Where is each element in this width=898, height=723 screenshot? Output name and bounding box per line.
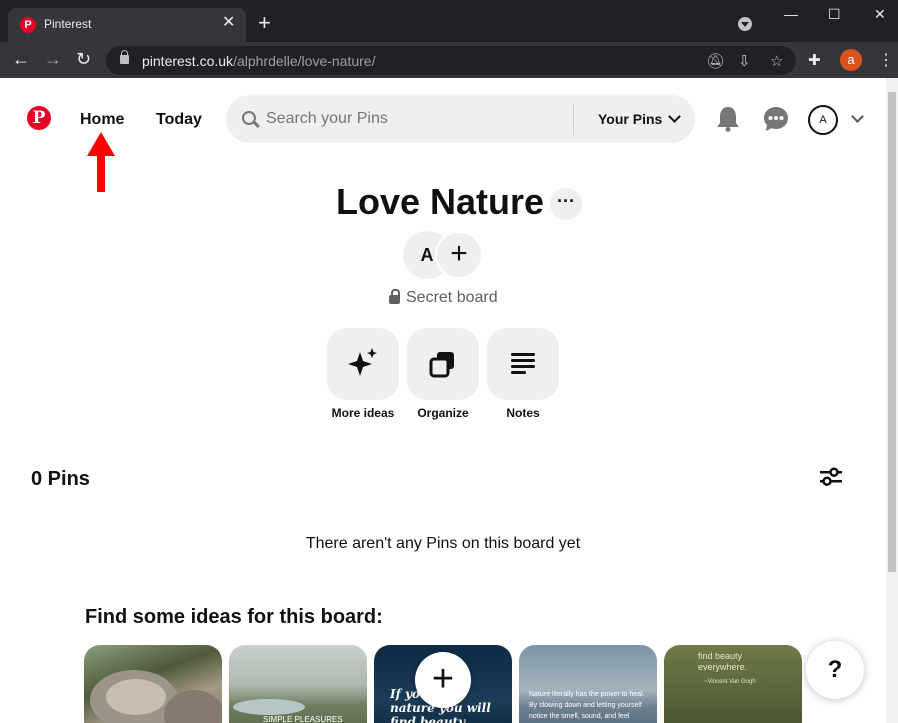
tab-title: Pinterest bbox=[44, 17, 92, 31]
organize-button[interactable] bbox=[407, 328, 479, 400]
browser-tab[interactable]: P Pinterest ✕ bbox=[8, 8, 246, 42]
notes-label: Notes bbox=[506, 406, 540, 420]
idea-caption: SIMPLE PLEASURES bbox=[263, 715, 343, 723]
account-chevron-icon[interactable] bbox=[851, 110, 864, 123]
minimize-button[interactable]: — bbox=[784, 6, 798, 22]
page-scrollbar[interactable] bbox=[886, 78, 898, 723]
add-idea-button[interactable]: + bbox=[415, 652, 471, 708]
scrollbar-thumb[interactable] bbox=[888, 92, 896, 572]
browser-menu-icon[interactable]: ⋮ bbox=[878, 50, 894, 70]
messages-icon[interactable] bbox=[763, 106, 789, 132]
profile-avatar[interactable]: a bbox=[840, 49, 862, 71]
tree-stump-image bbox=[90, 670, 222, 723]
pinterest-favicon-icon: P bbox=[20, 17, 36, 33]
new-tab-button[interactable]: + bbox=[258, 12, 271, 34]
forward-icon[interactable]: → bbox=[44, 50, 62, 68]
help-button[interactable]: ? bbox=[806, 641, 864, 699]
nav-home-link[interactable]: Home bbox=[80, 111, 124, 129]
search-icon bbox=[242, 111, 256, 125]
tab-close-icon[interactable]: ✕ bbox=[222, 15, 235, 31]
search-input[interactable]: Search your Pins bbox=[266, 110, 388, 128]
notifications-blocked-icon[interactable]: 🔕︎ bbox=[706, 52, 725, 70]
lock-icon bbox=[389, 289, 400, 304]
board-title: Love Nature bbox=[336, 181, 545, 222]
bell-icon[interactable] bbox=[716, 106, 740, 132]
empty-board-message: There aren't any Pins on this board yet bbox=[305, 535, 581, 552]
url-text[interactable]: pinterest.co.uk/alphrdelle/love-nature/ bbox=[142, 53, 375, 69]
filter-icon[interactable] bbox=[820, 467, 842, 487]
ideas-title: Find some ideas for this board: bbox=[85, 606, 383, 628]
browser-tabbar: P Pinterest ✕ + — ☐ ✕ bbox=[0, 0, 898, 42]
search-scope-dropdown[interactable]: Your Pins bbox=[598, 111, 662, 127]
lock-icon[interactable] bbox=[120, 50, 129, 64]
idea-thumbnail[interactable]: SIMPLE PLEASURES bbox=[229, 645, 367, 723]
add-collaborator-button[interactable]: + bbox=[435, 231, 483, 279]
close-window-button[interactable]: ✕ bbox=[874, 6, 886, 23]
idea-thumbnail[interactable]: Nature literally has the power to heal. … bbox=[519, 645, 657, 723]
nav-today-link[interactable]: Today bbox=[156, 111, 202, 129]
idea-thumbnail[interactable] bbox=[84, 645, 222, 723]
address-bar[interactable]: pinterest.co.uk/alphrdelle/love-nature/ … bbox=[106, 46, 796, 75]
pinterest-logo-icon[interactable]: P bbox=[27, 106, 51, 130]
secret-board-label: Secret board bbox=[406, 289, 498, 306]
organize-label: Organize bbox=[417, 406, 469, 420]
bookmark-star-icon[interactable]: ☆ bbox=[770, 52, 783, 70]
pin-count: 0 Pins bbox=[31, 468, 90, 490]
chevron-down-icon[interactable] bbox=[668, 110, 681, 123]
url-path: /alphrdelle/love-nature/ bbox=[233, 53, 376, 69]
extensions-icon[interactable]: ✚ bbox=[808, 51, 821, 69]
browser-toolbar: ← → ↻ pinterest.co.uk/alphrdelle/love-na… bbox=[0, 42, 898, 78]
more-ideas-label: More ideas bbox=[331, 406, 395, 420]
tab-search-icon[interactable] bbox=[738, 17, 752, 31]
maximize-button[interactable]: ☐ bbox=[828, 6, 841, 23]
board-options-button[interactable]: ··· bbox=[550, 188, 582, 220]
notes-button[interactable] bbox=[487, 328, 559, 400]
search-bar[interactable]: Search your Pins Your Pins bbox=[226, 95, 695, 143]
idea-caption: find beauty everywhere. bbox=[698, 651, 748, 672]
annotation-arrow bbox=[87, 132, 115, 192]
idea-author: ~Vincent Van Gogh bbox=[704, 679, 756, 685]
notes-icon bbox=[511, 353, 535, 374]
idea-thumbnail[interactable]: find beauty everywhere. ~Vincent Van Gog… bbox=[664, 645, 802, 723]
search-divider bbox=[573, 103, 574, 135]
install-app-icon[interactable]: ⇩ bbox=[738, 52, 751, 70]
idea-caption: Nature literally has the power to heal. … bbox=[529, 691, 645, 720]
sparkle-icon bbox=[348, 348, 377, 376]
reload-icon[interactable]: ↻ bbox=[76, 50, 91, 68]
more-ideas-button[interactable] bbox=[327, 328, 399, 400]
pinterest-page: P Home Today Search your Pins Your Pins … bbox=[0, 78, 886, 723]
landscape-image bbox=[233, 699, 305, 715]
user-avatar[interactable]: A bbox=[808, 105, 838, 135]
organize-icon bbox=[429, 352, 454, 378]
url-domain: pinterest.co.uk bbox=[142, 53, 234, 69]
back-icon[interactable]: ← bbox=[12, 50, 30, 68]
